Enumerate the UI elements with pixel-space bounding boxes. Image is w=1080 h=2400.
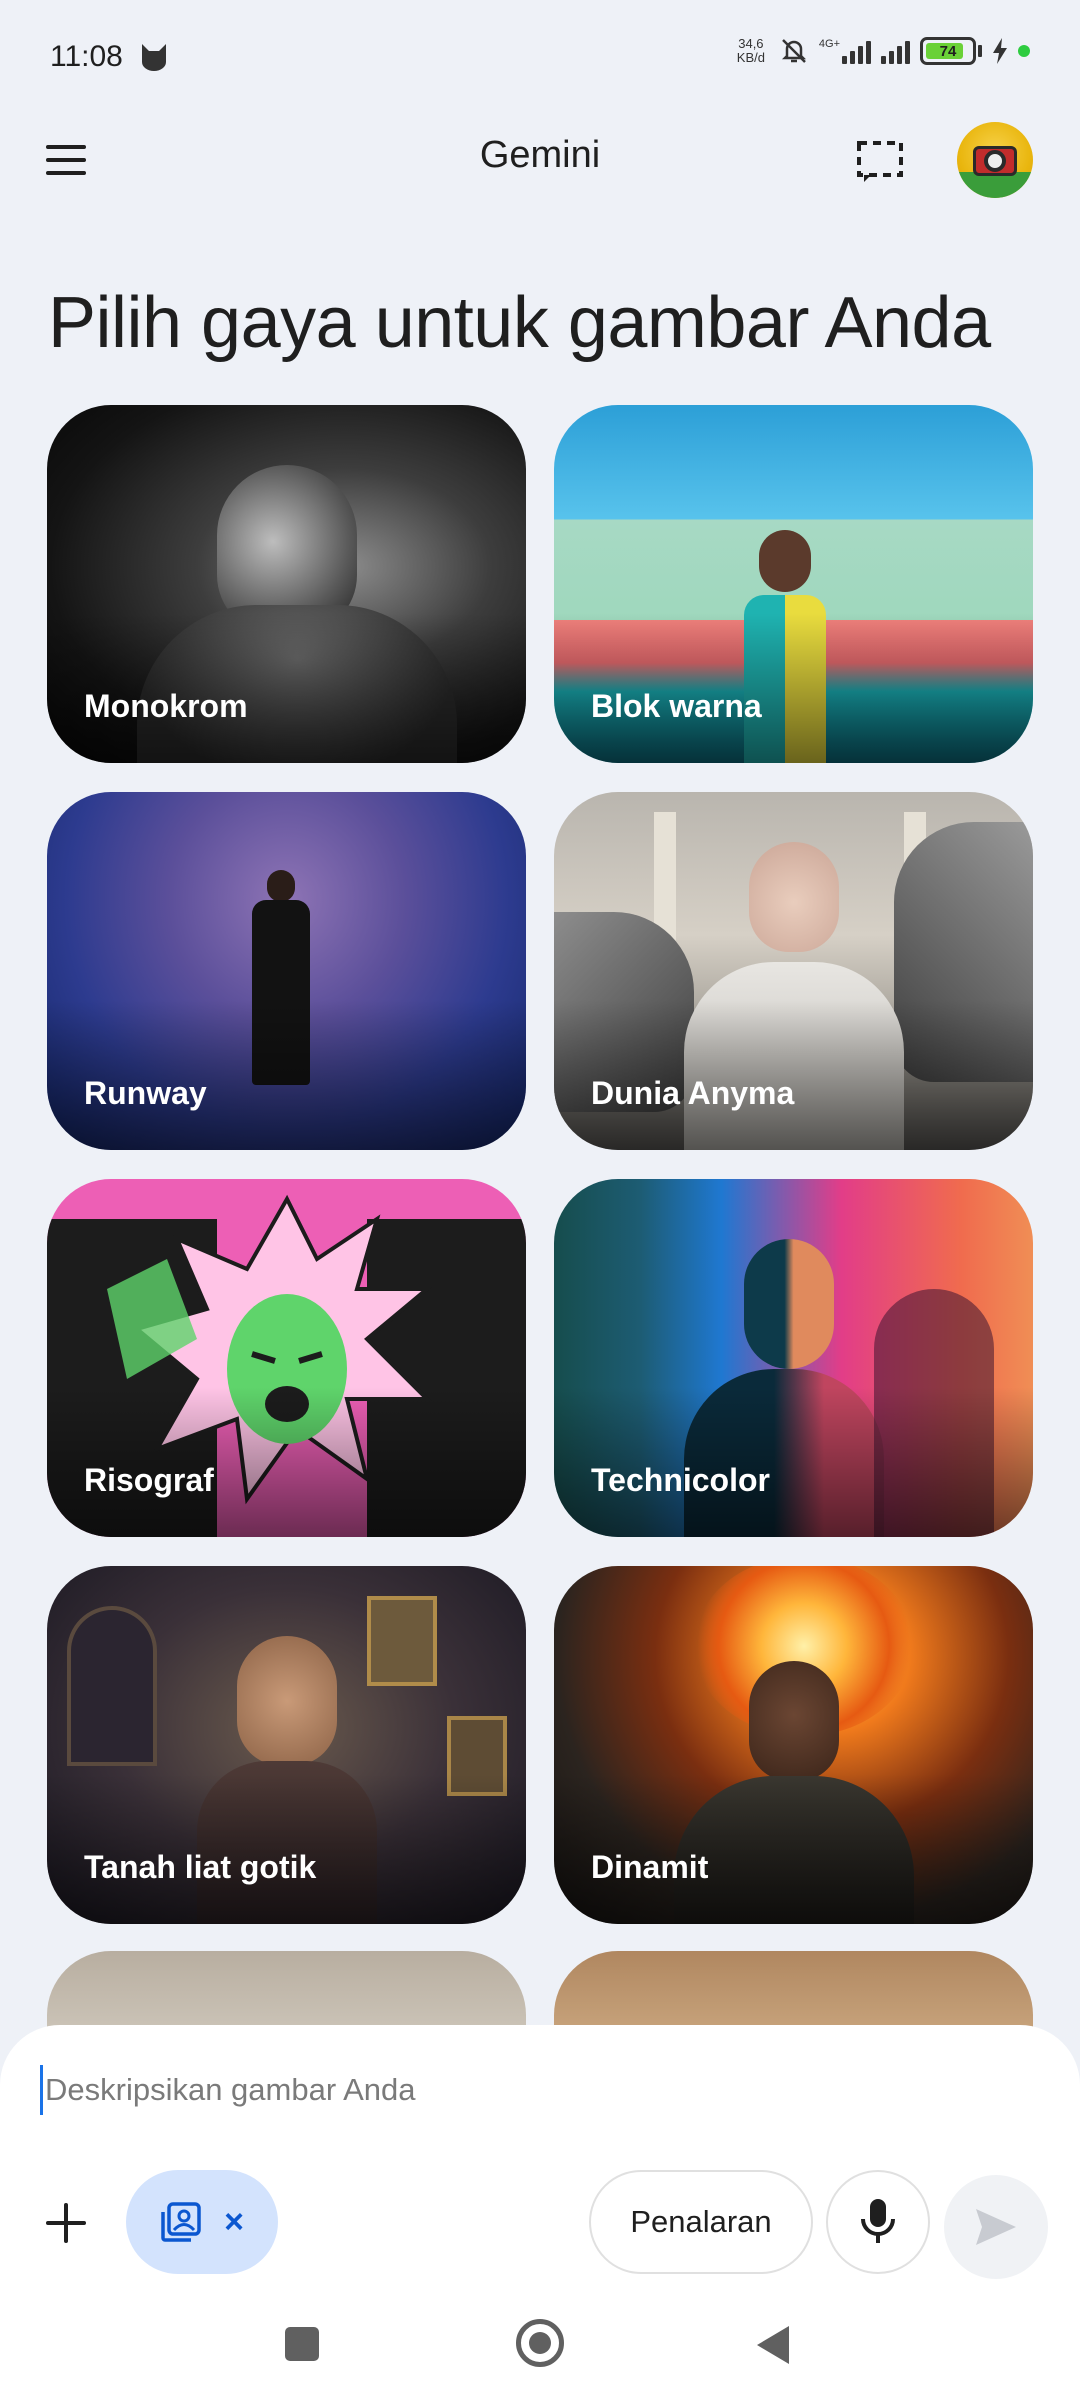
style-label: Dinamit	[591, 1849, 709, 1885]
style-label: Risograf	[84, 1462, 214, 1498]
prompt-input[interactable]	[40, 2065, 1040, 2115]
recents-icon[interactable]	[285, 2327, 319, 2361]
charging-bolt-icon	[993, 38, 1007, 64]
style-card-dunia-anyma[interactable]: Dunia Anyma	[554, 792, 1033, 1150]
screenshot-button[interactable]	[850, 132, 910, 192]
status-bar: 11:08 34,6 KB/d 4G+ 74	[0, 0, 1080, 110]
style-label: Blok warna	[591, 688, 762, 724]
figure-head	[267, 870, 295, 902]
style-label: Tanah liat gotik	[84, 1849, 317, 1885]
style-card-tanah-liat-gotik[interactable]: Tanah liat gotik	[47, 1566, 526, 1924]
style-card-risograf[interactable]: Risograf	[47, 1179, 526, 1537]
close-icon[interactable]: ×	[224, 2205, 244, 2239]
status-time: 11:08	[50, 40, 123, 73]
status-indicators: 34,6 KB/d 4G+ 74	[733, 36, 1030, 66]
send-button[interactable]	[944, 2175, 1048, 2279]
style-card-dinamit[interactable]: Dinamit	[554, 1566, 1033, 1924]
style-label: Technicolor	[591, 1462, 770, 1498]
net-speed-unit: KB/d	[736, 50, 765, 65]
add-attachment-button[interactable]	[36, 2193, 96, 2253]
screenshot-dashed-frame-icon	[857, 141, 903, 182]
battery-icon: 74	[920, 37, 976, 65]
figure-head	[749, 1661, 839, 1781]
image-generation-icon	[161, 2202, 201, 2242]
net-speed-value: 34,6	[738, 36, 764, 51]
figure-head	[744, 1239, 834, 1369]
microphone-button[interactable]	[826, 2170, 930, 2274]
reasoning-button[interactable]: Penalaran	[589, 2170, 813, 2274]
app-title: Gemini	[479, 134, 601, 176]
app-bar: Gemini	[0, 110, 1080, 210]
style-card-runway[interactable]: Runway	[47, 792, 526, 1150]
battery-level: 74	[939, 42, 957, 60]
figure-head	[759, 530, 811, 592]
style-label: Runway	[84, 1075, 207, 1111]
style-card-monokrom[interactable]: Monokrom	[47, 405, 526, 763]
style-card-technicolor[interactable]: Technicolor	[554, 1179, 1033, 1537]
page-heading: Pilih gaya untuk gambar Anda	[48, 283, 991, 363]
style-label: Monokrom	[84, 688, 248, 724]
image-generation-chip[interactable]: ×	[126, 2170, 278, 2274]
system-nav-bar	[0, 2290, 1080, 2400]
network-type: 4G+	[818, 38, 840, 50]
bell-muted-icon	[781, 39, 806, 63]
clay-figure-head	[237, 1636, 337, 1766]
avatar[interactable]	[957, 122, 1033, 198]
microphone-icon	[861, 2199, 895, 2243]
signal-strength-1: 4G+	[819, 38, 871, 64]
signal-bars-icon-2	[881, 38, 910, 64]
back-icon[interactable]	[757, 2326, 789, 2364]
send-icon	[976, 2209, 1016, 2245]
figure-head	[749, 842, 839, 952]
signal-bars-icon	[842, 38, 871, 64]
net-speed: 34,6 KB/d	[733, 37, 769, 65]
privacy-indicator-dot	[1018, 45, 1030, 57]
gemini-screen: 11:08 34,6 KB/d 4G+ 74 Gemini Pilih gaya…	[0, 0, 1080, 2400]
cat-icon	[142, 44, 166, 71]
style-label: Dunia Anyma	[591, 1075, 795, 1111]
home-icon[interactable]	[516, 2319, 564, 2367]
style-card-blok-warna[interactable]: Blok warna	[554, 405, 1033, 763]
